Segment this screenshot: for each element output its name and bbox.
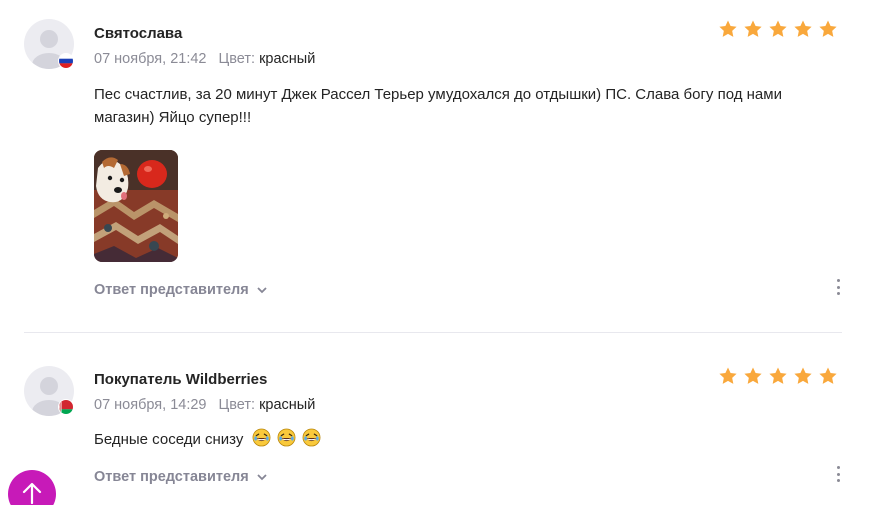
kebab-dot — [836, 285, 840, 289]
laughing-emoji-icon — [252, 428, 270, 447]
review-author: Святослава — [94, 25, 183, 42]
star-icon — [719, 20, 737, 37]
star-icon — [769, 367, 787, 384]
kebab-dot — [836, 279, 840, 282]
laughing-emoji-icon — [302, 428, 321, 447]
dog-photo-thumbnail — [94, 150, 178, 262]
reply-label: Ответ представителя — [94, 282, 249, 298]
scroll-to-top-button[interactable] — [8, 470, 56, 505]
laughing-emoji-icon — [277, 428, 296, 447]
review-meta: 07 ноября, 14:29 Цвет: красный — [94, 397, 315, 413]
color-value: красный — [259, 51, 316, 67]
kebab-dot — [836, 466, 840, 469]
star-icon — [794, 20, 812, 37]
color-value: красный — [259, 397, 316, 413]
star-icon — [744, 20, 762, 37]
rating-stars — [718, 366, 838, 386]
star-icon — [819, 20, 837, 37]
emoji-group — [252, 428, 323, 448]
chevron-down-icon — [257, 286, 267, 293]
review-author: Покупатель Wildberries — [94, 371, 268, 388]
star-icon — [794, 367, 812, 384]
review-meta: 07 ноября, 21:42 Цвет: красный — [94, 51, 315, 67]
review-divider — [24, 332, 842, 333]
review-photo[interactable] — [94, 150, 178, 262]
russia-flag-icon — [58, 53, 74, 69]
rating-stars — [718, 19, 838, 39]
kebab-dot — [836, 292, 840, 295]
review-date: 07 ноября, 14:29 — [94, 397, 207, 413]
star-icon — [769, 20, 787, 37]
representative-reply-toggle[interactable]: Ответ представителя — [94, 282, 267, 298]
star-icon — [719, 367, 737, 384]
review-text: Пес счастлив, за 20 минут Джек Рассел Те… — [94, 86, 782, 126]
reply-label: Ответ представителя — [94, 469, 249, 485]
star-icon — [819, 367, 837, 384]
color-label: Цвет: — [218, 397, 256, 413]
kebab-dot — [836, 472, 840, 476]
more-options-button[interactable] — [833, 464, 843, 484]
review-text-row: Бедные соседи снизу — [94, 428, 814, 451]
star-icon — [744, 367, 762, 384]
belarus-flag-icon — [58, 399, 74, 415]
kebab-dot — [836, 479, 840, 482]
arrow-up-icon — [22, 482, 42, 504]
review-text: Бедные соседи снизу — [94, 431, 244, 448]
color-label: Цвет: — [218, 51, 256, 67]
chevron-down-icon — [257, 473, 267, 480]
representative-reply-toggle[interactable]: Ответ представителя — [94, 469, 267, 485]
more-options-button[interactable] — [833, 277, 843, 297]
review-date: 07 ноября, 21:42 — [94, 51, 207, 67]
